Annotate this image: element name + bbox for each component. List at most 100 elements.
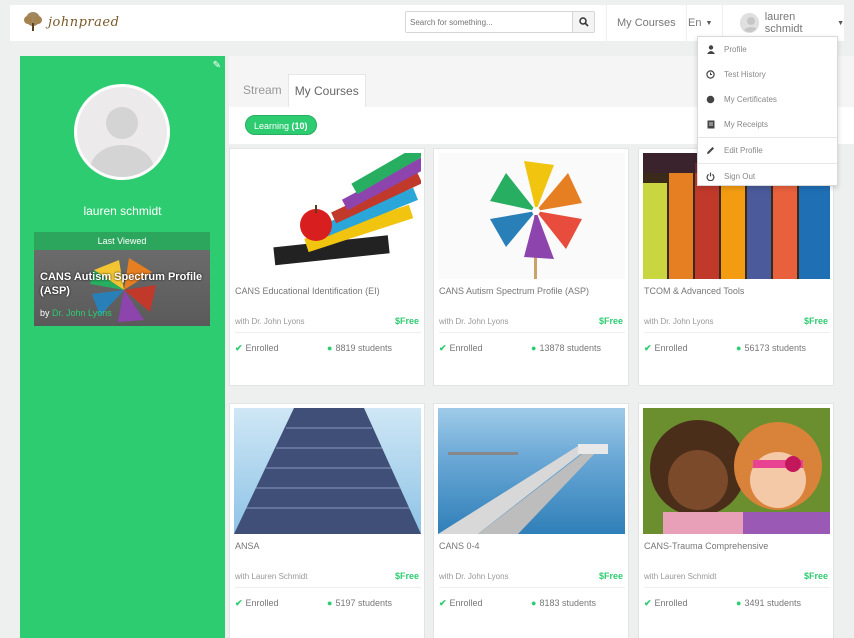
profile-avatar bbox=[74, 84, 170, 180]
check-icon: ✔ bbox=[644, 598, 652, 608]
course-tabs: Stream My Courses bbox=[237, 74, 366, 107]
course-thumbnail-children bbox=[643, 408, 830, 534]
menu-item-label: My Certificates bbox=[724, 95, 777, 104]
check-icon: ✔ bbox=[439, 598, 447, 608]
menu-item-label: Edit Profile bbox=[724, 146, 763, 155]
menu-item-label: My Receipts bbox=[724, 120, 769, 129]
enrolled-status: ✔ Enrolled bbox=[439, 343, 483, 353]
user-name: lauren schmidt bbox=[764, 11, 803, 35]
course-instructor: with Lauren Schmidt bbox=[235, 572, 308, 581]
tab-stream[interactable]: Stream bbox=[237, 74, 288, 107]
last-viewed-author[interactable]: Dr. John Lyons bbox=[52, 308, 112, 318]
divider bbox=[439, 332, 625, 333]
tree-logo-icon bbox=[24, 12, 42, 31]
user-dropdown-menu: Profile Test History My Certificates My … bbox=[697, 36, 838, 186]
student-count: ● 8183 students bbox=[531, 598, 596, 608]
menu-item-label: Sign Out bbox=[724, 172, 756, 181]
menu-item-sign-out[interactable]: Sign Out bbox=[698, 164, 837, 189]
user-icon: ● bbox=[531, 598, 537, 608]
course-title[interactable]: CANS 0-4 bbox=[439, 541, 625, 551]
course-title[interactable]: CANS-Trauma Comprehensive bbox=[644, 541, 830, 551]
caret-down-icon: ▼ bbox=[837, 19, 844, 27]
divider bbox=[439, 587, 625, 588]
menu-item-profile[interactable]: Profile bbox=[698, 37, 837, 62]
divider bbox=[235, 332, 421, 333]
user-icon bbox=[706, 45, 715, 54]
course-card[interactable]: CANS Autism Spectrum Profile (ASP) with … bbox=[433, 148, 629, 386]
check-icon: ✔ bbox=[235, 343, 243, 353]
last-viewed-title: CANS Autism Spectrum Profile (ASP) bbox=[40, 271, 203, 297]
clock-icon bbox=[706, 70, 715, 79]
user-icon: ● bbox=[736, 343, 742, 353]
course-card[interactable]: CANS Educational Identification (EI) wit… bbox=[229, 148, 425, 386]
enrolled-status: ✔ Enrolled bbox=[235, 343, 279, 353]
divider bbox=[235, 587, 421, 588]
divider bbox=[644, 332, 830, 333]
course-thumbnail-books bbox=[234, 153, 421, 279]
divider bbox=[644, 587, 830, 588]
enrolled-status: ✔ Enrolled bbox=[235, 598, 279, 608]
course-title[interactable]: CANS Educational Identification (EI) bbox=[235, 286, 421, 296]
course-thumbnail-pinwheel bbox=[438, 153, 625, 279]
language-label: En bbox=[688, 17, 702, 29]
course-card[interactable]: CANS 0-4 with Dr. John Lyons $Free ✔ Enro… bbox=[433, 403, 629, 638]
power-icon bbox=[706, 172, 715, 181]
course-instructor: with Dr. John Lyons bbox=[644, 317, 714, 326]
enrolled-status: ✔ Enrolled bbox=[644, 343, 688, 353]
site-logo[interactable]: johnpraed bbox=[22, 11, 119, 33]
user-icon: ● bbox=[327, 598, 333, 608]
course-price: $Free bbox=[394, 571, 419, 581]
menu-item-edit-profile[interactable]: Edit Profile bbox=[698, 138, 837, 163]
course-thumbnail-building bbox=[234, 408, 421, 534]
user-icon: ● bbox=[736, 598, 742, 608]
student-count: ● 5197 students bbox=[327, 598, 392, 608]
search-icon bbox=[578, 17, 589, 27]
search-button[interactable] bbox=[572, 12, 594, 32]
course-price: $Free bbox=[803, 571, 828, 581]
menu-item-label: Profile bbox=[724, 45, 747, 54]
last-viewed-label: Last Viewed bbox=[34, 232, 210, 250]
logo-text: johnpraed bbox=[48, 14, 120, 30]
course-price: $Free bbox=[394, 316, 419, 326]
course-price: $Free bbox=[598, 316, 623, 326]
student-count: ● 8819 students bbox=[327, 343, 392, 353]
learning-filter-pill[interactable]: Learning (10) bbox=[245, 115, 317, 135]
course-card[interactable]: ANSA with Lauren Schmidt $Free ✔ Enrolled… bbox=[229, 403, 425, 638]
profile-sidebar: ✎ lauren schmidt Last Viewed CANS Autism… bbox=[20, 56, 225, 638]
student-count: ● 3491 students bbox=[736, 598, 801, 608]
enrolled-status: ✔ Enrolled bbox=[644, 598, 688, 608]
pencil-icon bbox=[706, 146, 715, 155]
profile-name: lauren schmidt bbox=[83, 204, 162, 218]
student-count: ● 56173 students bbox=[736, 343, 806, 353]
menu-item-certificates[interactable]: My Certificates bbox=[698, 87, 837, 112]
menu-item-test-history[interactable]: Test History bbox=[698, 62, 837, 87]
by-label: by bbox=[40, 308, 50, 318]
tab-my-courses[interactable]: My Courses bbox=[287, 74, 366, 107]
filter-label: Learning bbox=[254, 121, 290, 131]
filter-count: (10) bbox=[291, 121, 308, 131]
edit-profile-icon[interactable]: ✎ bbox=[213, 60, 221, 71]
course-instructor: with Dr. John Lyons bbox=[235, 317, 305, 326]
check-icon: ✔ bbox=[439, 343, 447, 353]
course-thumbnail-bridge bbox=[438, 408, 625, 534]
search-input[interactable] bbox=[406, 12, 572, 32]
last-viewed-author-line: by Dr. John Lyons bbox=[40, 308, 112, 318]
receipt-icon bbox=[706, 120, 715, 129]
menu-item-label: Test History bbox=[724, 70, 766, 79]
course-title[interactable]: CANS Autism Spectrum Profile (ASP) bbox=[439, 286, 625, 296]
student-count: ● 13878 students bbox=[531, 343, 601, 353]
course-instructor: with Dr. John Lyons bbox=[439, 317, 509, 326]
avatar bbox=[740, 13, 759, 33]
course-title[interactable]: TCOM & Advanced Tools bbox=[644, 286, 830, 296]
search-box bbox=[405, 11, 595, 33]
last-viewed-card[interactable]: Last Viewed CANS Autism Spectrum Profile… bbox=[34, 232, 210, 326]
enrolled-status: ✔ Enrolled bbox=[439, 598, 483, 608]
menu-item-receipts[interactable]: My Receipts bbox=[698, 112, 837, 137]
course-card[interactable]: CANS-Trauma Comprehensive with Lauren Sc… bbox=[638, 403, 834, 638]
course-title[interactable]: ANSA bbox=[235, 541, 421, 551]
caret-down-icon: ▼ bbox=[705, 19, 713, 27]
check-icon: ✔ bbox=[644, 343, 652, 353]
nav-my-courses[interactable]: My Courses bbox=[606, 5, 687, 41]
course-instructor: with Lauren Schmidt bbox=[644, 572, 717, 581]
certificate-icon bbox=[706, 95, 715, 104]
